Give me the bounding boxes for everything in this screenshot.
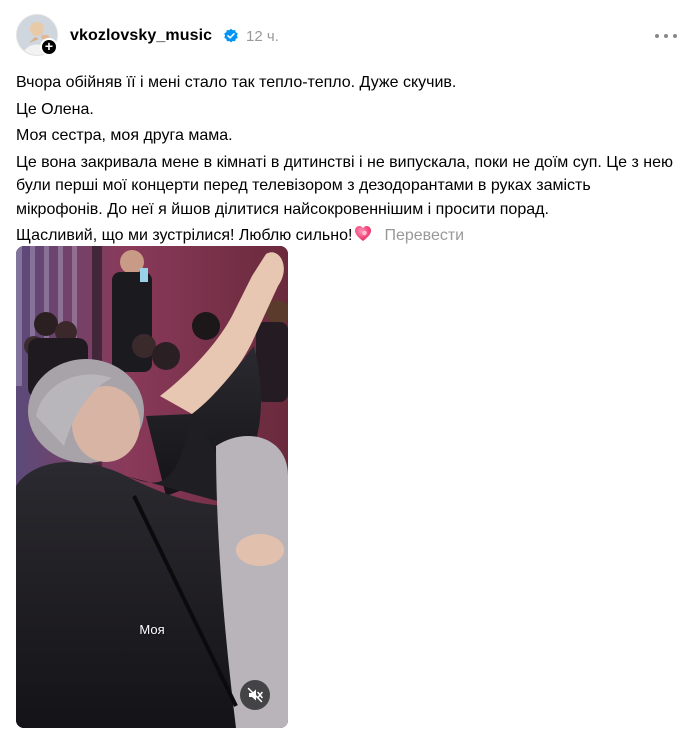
more-options-icon[interactable] [655, 26, 677, 46]
video-frame [16, 246, 288, 728]
speaker-muted-icon [247, 687, 263, 703]
follow-plus-icon[interactable]: + [40, 38, 58, 56]
translate-link[interactable]: Перевести [384, 227, 464, 244]
dot [673, 34, 677, 38]
dot [664, 34, 668, 38]
post-last-line: Щасливий, що ми зустрілися! Люблю сильно… [16, 224, 681, 248]
post-timestamp[interactable]: 12 ч. [246, 28, 279, 45]
heart-emoji-icon [355, 226, 372, 241]
post-line: Це Олена. [16, 100, 94, 118]
verified-badge-icon [224, 28, 238, 43]
avatar[interactable]: + [16, 14, 58, 56]
post-text: Вчора обійняв її і мені стало так тепло-… [16, 71, 681, 251]
post-line: Це вона закривала мене в кімнаті в дитин… [16, 153, 673, 218]
post-line: Щасливий, що ми зустрілися! Люблю сильно… [16, 227, 353, 244]
video-caption: Моя [139, 622, 165, 637]
post-line: Моя сестра, моя друга мама. [16, 127, 233, 144]
dot [655, 34, 659, 38]
video-player[interactable]: Моя [16, 246, 288, 728]
username[interactable]: vkozlovsky_music [70, 27, 212, 45]
mute-button[interactable] [240, 680, 270, 710]
post-header: + vkozlovsky_music 12 ч. [16, 14, 681, 58]
thread-post: + vkozlovsky_music 12 ч. Вчора обійняв ї… [0, 0, 697, 745]
post-line: Вчора обійняв її і мені стало так тепло-… [16, 74, 457, 91]
